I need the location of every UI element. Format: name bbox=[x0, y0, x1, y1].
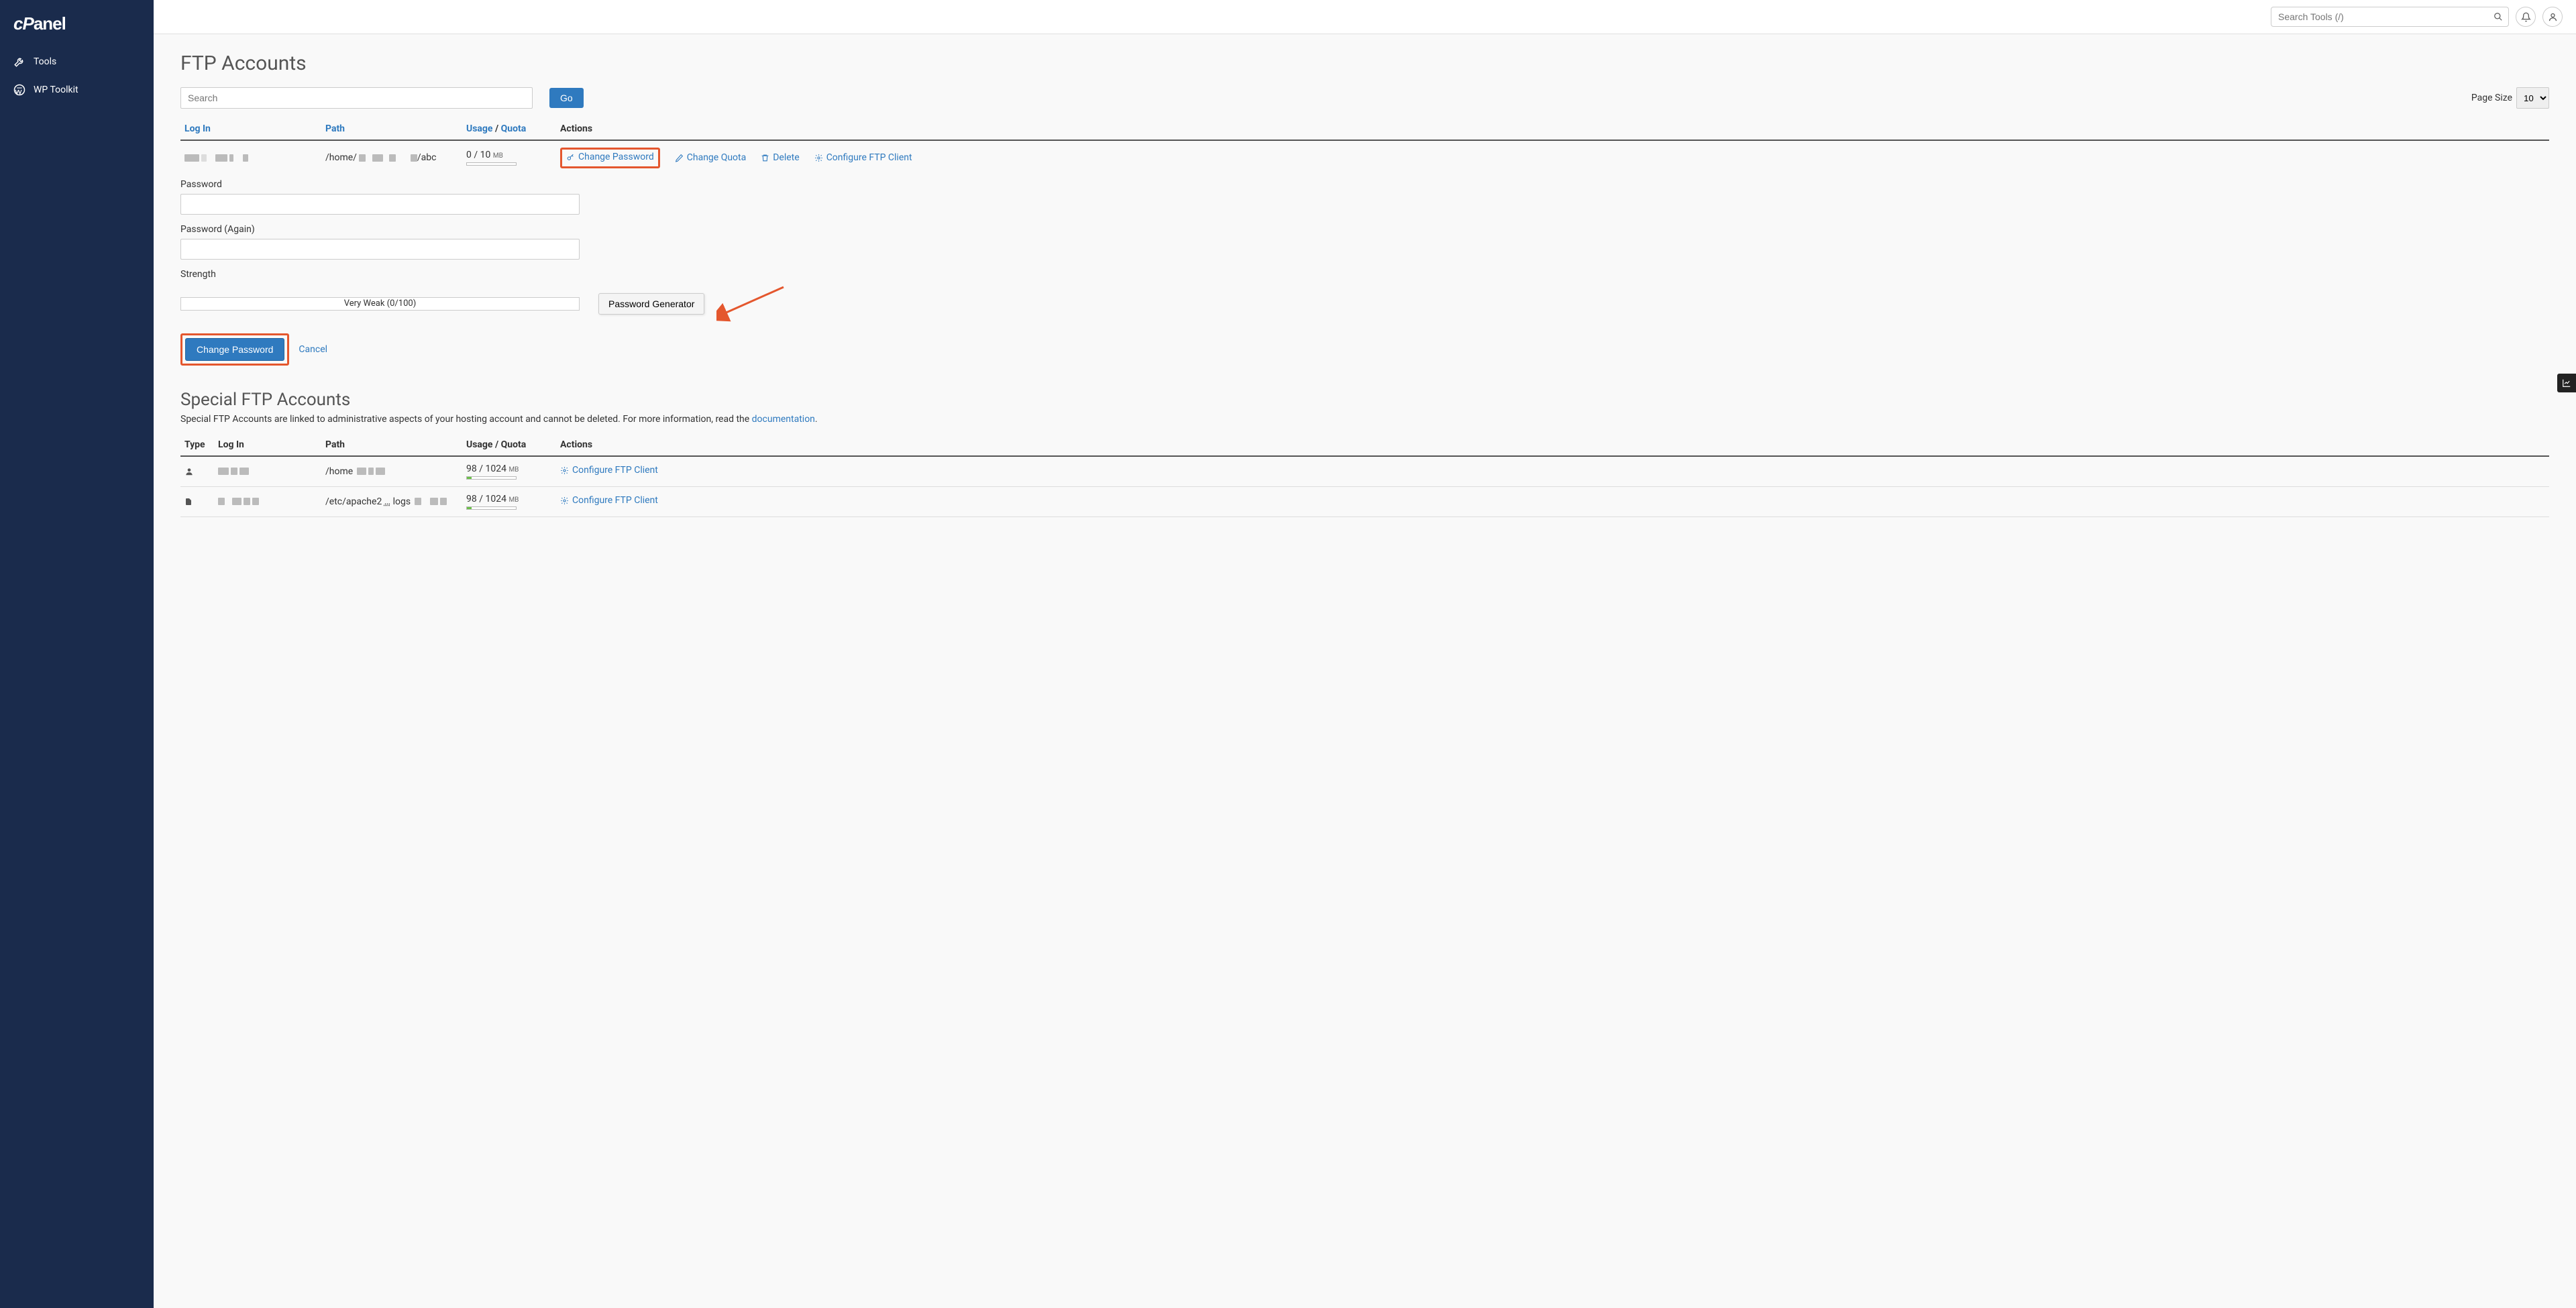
search-tools-wrapper bbox=[2271, 7, 2509, 27]
chart-icon bbox=[2562, 378, 2571, 388]
header-type: Type bbox=[180, 434, 214, 456]
logo: cPanel bbox=[0, 13, 154, 48]
bell-icon bbox=[2521, 12, 2531, 22]
highlight-change-password: Change Password bbox=[560, 148, 660, 168]
header-actions: Actions bbox=[556, 434, 2549, 456]
password-again-input[interactable] bbox=[180, 239, 580, 260]
annotation-arrow bbox=[716, 284, 790, 324]
type-file-icon bbox=[180, 486, 214, 516]
gear-icon bbox=[560, 466, 569, 475]
page-title: FTP Accounts bbox=[180, 52, 2549, 75]
header-path: Path bbox=[321, 434, 462, 456]
header-login: Log In bbox=[214, 434, 321, 456]
cell-path: /home/ /abc bbox=[321, 140, 462, 175]
cancel-link[interactable]: Cancel bbox=[299, 344, 327, 355]
ftp-accounts-table: Log In Path Usage / Quota Actions bbox=[180, 118, 2549, 175]
user-icon bbox=[2548, 12, 2558, 22]
delete-link[interactable]: Delete bbox=[761, 152, 799, 163]
special-title: Special FTP Accounts bbox=[180, 390, 2549, 410]
pagesize-select[interactable]: 10 bbox=[2516, 87, 2549, 109]
change-password-form: Password Password (Again) Strength Very … bbox=[180, 179, 2549, 366]
go-button[interactable]: Go bbox=[549, 88, 584, 108]
gear-icon bbox=[814, 154, 823, 162]
sidebar-item-label: WP Toolkit bbox=[34, 85, 78, 95]
cell-actions: Change Password Change Quota bbox=[556, 140, 2549, 175]
highlight-change-password-btn: Change Password bbox=[180, 333, 289, 366]
cell-login bbox=[214, 456, 321, 487]
password-input[interactable] bbox=[180, 194, 580, 215]
header-quota[interactable]: Quota bbox=[501, 123, 527, 134]
configure-ftp-link[interactable]: Configure FTP Client bbox=[814, 152, 912, 163]
search-input[interactable] bbox=[180, 87, 533, 109]
documentation-link[interactable]: documentation bbox=[752, 414, 815, 425]
special-ftp-table: Type Log In Path Usage / Quota Actions bbox=[180, 434, 2549, 517]
password-label: Password bbox=[180, 179, 2549, 190]
cell-login bbox=[180, 140, 321, 175]
sidebar-item-wp-toolkit[interactable]: WP Toolkit bbox=[0, 76, 154, 104]
special-desc: Special FTP Accounts are linked to admin… bbox=[180, 414, 2549, 425]
password-generator-button[interactable]: Password Generator bbox=[598, 293, 704, 315]
change-quota-link[interactable]: Change Quota bbox=[675, 152, 746, 163]
table-row: /home 98 / 1024 MB bbox=[180, 456, 2549, 487]
header-actions: Actions bbox=[556, 118, 2549, 140]
trash-icon bbox=[761, 154, 769, 162]
content: FTP Accounts Go Page Size 10 Log In Path bbox=[154, 34, 2576, 1308]
sidebar-item-tools[interactable]: Tools bbox=[0, 48, 154, 76]
cell-actions: Configure FTP Client bbox=[556, 456, 2549, 487]
header-usage: Usage / Quota bbox=[462, 434, 556, 456]
change-password-button[interactable]: Change Password bbox=[185, 338, 284, 361]
user-menu-button[interactable] bbox=[2542, 7, 2563, 27]
strength-meter: Very Weak (0/100) bbox=[180, 297, 580, 311]
header-path[interactable]: Path bbox=[325, 123, 345, 134]
sidebar: cPanel Tools WP Toolkit bbox=[0, 0, 154, 1308]
search-icon[interactable] bbox=[2493, 12, 2503, 21]
header-login[interactable]: Log In bbox=[184, 123, 211, 134]
search-tools-input[interactable] bbox=[2278, 7, 2488, 26]
configure-ftp-link[interactable]: Configure FTP Client bbox=[560, 495, 658, 506]
cell-actions: Configure FTP Client bbox=[556, 486, 2549, 516]
notifications-button[interactable] bbox=[2516, 7, 2536, 27]
table-row: /etc/apache2 … logs 98 / 1024 MB bbox=[180, 486, 2549, 516]
strength-label: Strength bbox=[180, 269, 2549, 280]
cell-usage: 98 / 1024 MB bbox=[462, 456, 556, 487]
pagesize-label: Page Size bbox=[2471, 93, 2512, 103]
key-icon bbox=[566, 153, 575, 162]
cell-usage: 98 / 1024 MB bbox=[462, 486, 556, 516]
tools-icon bbox=[13, 56, 25, 68]
wordpress-icon bbox=[13, 84, 25, 96]
password-again-label: Password (Again) bbox=[180, 224, 2549, 235]
gear-icon bbox=[560, 496, 569, 505]
change-password-link[interactable]: Change Password bbox=[566, 152, 654, 162]
cell-path: /etc/apache2 … logs bbox=[321, 486, 462, 516]
pencil-icon bbox=[675, 154, 684, 162]
cell-login bbox=[214, 486, 321, 516]
configure-ftp-link[interactable]: Configure FTP Client bbox=[560, 465, 658, 476]
cell-path: /home bbox=[321, 456, 462, 487]
cell-usage: 0 / 10 MB bbox=[462, 140, 556, 175]
topbar bbox=[154, 0, 2576, 34]
type-user-icon bbox=[180, 456, 214, 487]
sidebar-item-label: Tools bbox=[34, 56, 56, 67]
stats-tab-button[interactable] bbox=[2557, 374, 2576, 392]
table-row: /home/ /abc 0 / 10 MB bbox=[180, 140, 2549, 175]
header-usage[interactable]: Usage bbox=[466, 123, 492, 134]
